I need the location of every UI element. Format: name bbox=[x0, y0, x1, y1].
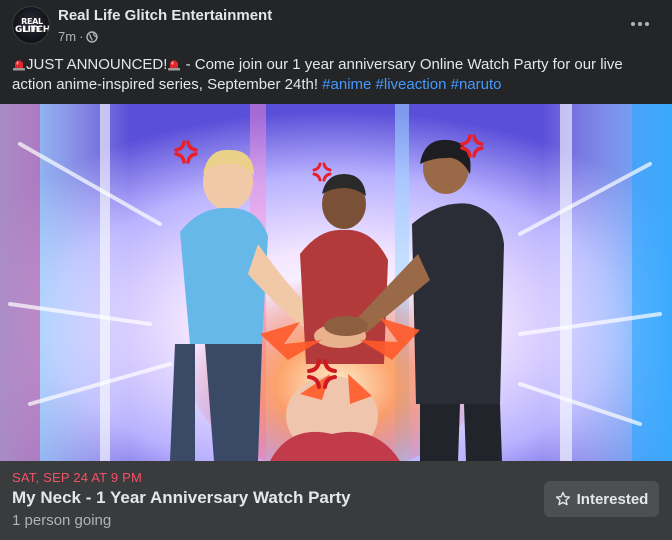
police-light-icon bbox=[168, 60, 181, 71]
page-avatar[interactable]: REAL LIFE GLITCH bbox=[12, 6, 50, 44]
hashtag-link[interactable]: #naruto bbox=[451, 76, 502, 93]
post-message: JUST ANNOUNCED! - Come join our 1 year a… bbox=[12, 55, 652, 95]
more-options-dot bbox=[638, 22, 642, 26]
post-meta: 7m · bbox=[58, 29, 99, 44]
post-text-prefix: JUST ANNOUNCED! bbox=[26, 56, 168, 73]
hashtag-link[interactable]: #liveaction bbox=[376, 76, 447, 93]
hashtag-link[interactable]: #anime bbox=[322, 76, 371, 93]
post-image[interactable] bbox=[0, 104, 672, 461]
interested-button[interactable]: Interested bbox=[544, 481, 659, 517]
post-header: REAL LIFE GLITCH Real Life Glitch Entert… bbox=[0, 0, 672, 52]
avatar-logo-line2: GLITCH bbox=[15, 25, 50, 35]
more-options-dot bbox=[631, 22, 635, 26]
post-time[interactable]: 7m bbox=[58, 29, 76, 44]
globe-icon[interactable] bbox=[86, 30, 99, 43]
event-attendance: 1 person going bbox=[12, 512, 112, 529]
event-card[interactable]: SAT, SEP 24 AT 9 PM My Neck - 1 Year Ann… bbox=[0, 461, 672, 540]
page-name-link[interactable]: Real Life Glitch Entertainment bbox=[58, 7, 272, 24]
event-cover-illustration bbox=[0, 104, 672, 461]
event-date: SAT, SEP 24 AT 9 PM bbox=[12, 470, 143, 485]
meta-separator: · bbox=[79, 29, 84, 44]
interested-label: Interested bbox=[576, 490, 649, 508]
more-options-dot bbox=[645, 22, 649, 26]
more-options-button[interactable] bbox=[626, 14, 654, 34]
event-title[interactable]: My Neck - 1 Year Anniversary Watch Party bbox=[12, 488, 351, 508]
police-light-icon bbox=[13, 60, 25, 71]
star-icon bbox=[555, 491, 570, 506]
